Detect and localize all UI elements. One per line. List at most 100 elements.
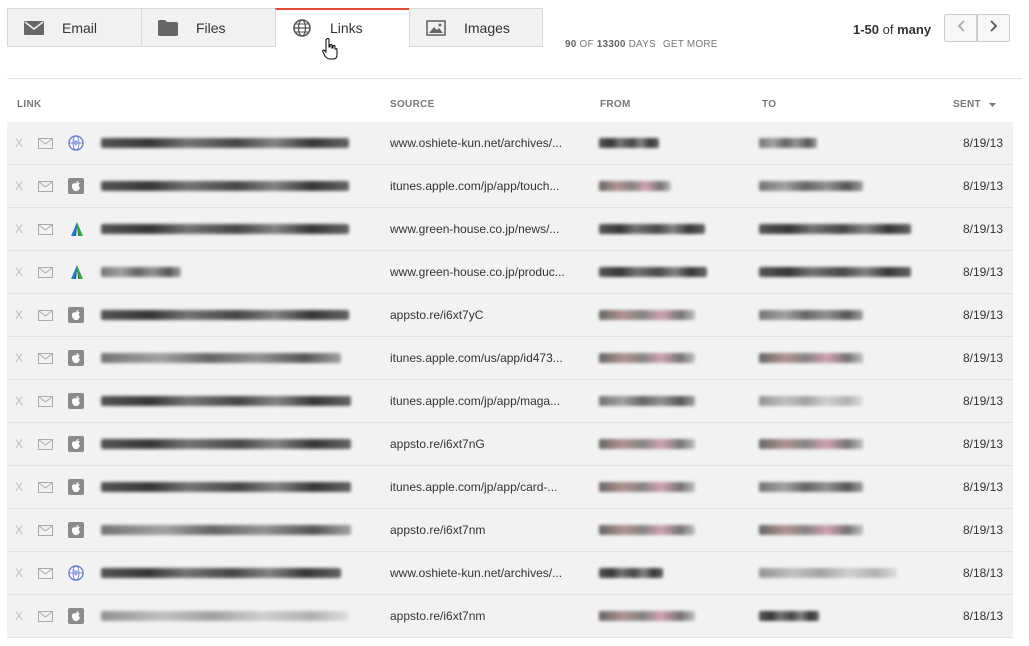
mail-icon[interactable] xyxy=(38,165,53,207)
sent-date: 8/19/13 xyxy=(962,437,1003,451)
remove-button[interactable]: X xyxy=(15,251,23,293)
tab-links[interactable]: Links xyxy=(275,8,409,60)
mail-icon[interactable] xyxy=(38,595,53,637)
mail-icon[interactable] xyxy=(38,423,53,465)
link-title[interactable] xyxy=(101,251,353,293)
remove-button[interactable]: X xyxy=(15,509,23,551)
recipient xyxy=(759,208,929,250)
link-title[interactable] xyxy=(101,208,353,250)
table-row[interactable]: Xappsto.re/i6xt7nm 8/18/13 xyxy=(7,595,1013,638)
get-more-link[interactable]: GET MORE xyxy=(663,39,718,50)
days-count: 90 xyxy=(565,39,577,50)
link-title[interactable] xyxy=(101,595,353,637)
recipient xyxy=(759,595,929,637)
link-source[interactable]: itunes.apple.com/jp/app/card-... xyxy=(390,466,590,508)
sender xyxy=(599,595,729,637)
link-title[interactable] xyxy=(101,466,353,508)
link-title[interactable] xyxy=(101,165,353,207)
mail-icon[interactable] xyxy=(38,294,53,336)
link-source[interactable]: itunes.apple.com/jp/app/touch... xyxy=(390,165,590,207)
col-link[interactable]: LINK xyxy=(17,99,42,110)
table-row[interactable]: Xwww.oshiete-kun.net/archives/... 8/18/13 xyxy=(7,552,1013,595)
link-title[interactable] xyxy=(101,337,353,379)
next-page-button[interactable] xyxy=(977,14,1010,42)
link-title[interactable] xyxy=(101,552,353,594)
col-to[interactable]: TO xyxy=(762,99,776,110)
remove-button[interactable]: X xyxy=(15,595,23,637)
link-source[interactable]: www.green-house.co.jp/news/... xyxy=(390,208,590,250)
sender xyxy=(599,552,729,594)
link-source[interactable]: appsto.re/i6xt7nm xyxy=(390,509,590,551)
link-title[interactable] xyxy=(101,294,353,336)
link-source[interactable]: www.green-house.co.jp/produc... xyxy=(390,251,590,293)
sent-date: 8/19/13 xyxy=(962,523,1003,537)
image-icon xyxy=(426,19,446,37)
tab-images-label: Images xyxy=(464,19,510,36)
apple-icon xyxy=(68,165,84,207)
remove-button[interactable]: X xyxy=(15,380,23,422)
recipient xyxy=(759,294,929,336)
recipient xyxy=(759,552,929,594)
link-title[interactable] xyxy=(101,122,353,164)
tab-files[interactable]: Files xyxy=(141,8,275,47)
sent-date: 8/19/13 xyxy=(962,351,1003,365)
remove-button[interactable]: X xyxy=(15,423,23,465)
sender xyxy=(599,466,729,508)
sender xyxy=(599,251,729,293)
prev-page-button[interactable] xyxy=(944,14,977,42)
remove-button[interactable]: X xyxy=(15,294,23,336)
remove-button[interactable]: X xyxy=(15,122,23,164)
table-row[interactable]: Xitunes.apple.com/jp/app/card-... 8/19/13 xyxy=(7,466,1013,509)
mail-icon[interactable] xyxy=(38,122,53,164)
days-unit: DAYS xyxy=(628,39,656,50)
apple-icon xyxy=(68,509,84,551)
col-from[interactable]: FROM xyxy=(600,99,631,110)
remove-button[interactable]: X xyxy=(15,165,23,207)
link-source[interactable]: www.oshiete-kun.net/archives/... xyxy=(390,552,590,594)
link-title[interactable] xyxy=(101,380,353,422)
link-source[interactable]: itunes.apple.com/jp/app/maga... xyxy=(390,380,590,422)
mail-icon[interactable] xyxy=(38,251,53,293)
remove-button[interactable]: X xyxy=(15,466,23,508)
table-row[interactable]: Xitunes.apple.com/jp/app/maga... 8/19/13 xyxy=(7,380,1013,423)
link-source[interactable]: appsto.re/i6xt7nG xyxy=(390,423,590,465)
mail-icon[interactable] xyxy=(38,509,53,551)
tab-email[interactable]: Email xyxy=(7,8,141,47)
link-source[interactable]: www.oshiete-kun.net/archives/... xyxy=(390,122,590,164)
table-row[interactable]: Xitunes.apple.com/us/app/id473... 8/19/13 xyxy=(7,337,1013,380)
sent-date: 8/18/13 xyxy=(962,566,1003,580)
table-row[interactable]: Xitunes.apple.com/jp/app/touch... 8/19/13 xyxy=(7,165,1013,208)
link-title[interactable] xyxy=(101,423,353,465)
remove-button[interactable]: X xyxy=(15,208,23,250)
link-title[interactable] xyxy=(101,509,353,551)
recipient xyxy=(759,423,929,465)
tab-files-label: Files xyxy=(196,19,226,36)
tab-images[interactable]: Images xyxy=(409,8,543,47)
recipient xyxy=(759,251,929,293)
recipient xyxy=(759,380,929,422)
link-source[interactable]: itunes.apple.com/us/app/id473... xyxy=(390,337,590,379)
greenhouse-icon xyxy=(68,251,86,293)
mail-icon[interactable] xyxy=(38,380,53,422)
remove-button[interactable]: X xyxy=(15,337,23,379)
col-source[interactable]: SOURCE xyxy=(390,99,435,110)
table-row[interactable]: Xappsto.re/i6xt7nm 8/19/13 xyxy=(7,509,1013,552)
mail-icon[interactable] xyxy=(38,208,53,250)
mail-icon[interactable] xyxy=(38,466,53,508)
mail-icon[interactable] xyxy=(38,337,53,379)
link-source[interactable]: appsto.re/i6xt7yC xyxy=(390,294,590,336)
col-sent-label: SENT xyxy=(953,99,981,111)
table-row[interactable]: Xwww.oshiete-kun.net/archives/... 8/19/13 xyxy=(7,122,1013,165)
recipient xyxy=(759,122,929,164)
table-row[interactable]: Xwww.green-house.co.jp/news/... 8/19/13 xyxy=(7,208,1013,251)
link-source[interactable]: appsto.re/i6xt7nm xyxy=(390,595,590,637)
tab-bar: Email Files Links Images xyxy=(7,8,543,60)
apple-icon xyxy=(68,423,84,465)
mail-icon[interactable] xyxy=(38,552,53,594)
table-row[interactable]: Xappsto.re/i6xt7yC 8/19/13 xyxy=(7,294,1013,337)
table-row[interactable]: Xappsto.re/i6xt7nG 8/19/13 xyxy=(7,423,1013,466)
links-table: Xwww.oshiete-kun.net/archives/... 8/19/13… xyxy=(7,122,1013,638)
remove-button[interactable]: X xyxy=(15,552,23,594)
table-row[interactable]: Xwww.green-house.co.jp/produc... 8/19/13 xyxy=(7,251,1013,294)
col-sent[interactable]: SENT xyxy=(953,99,996,110)
